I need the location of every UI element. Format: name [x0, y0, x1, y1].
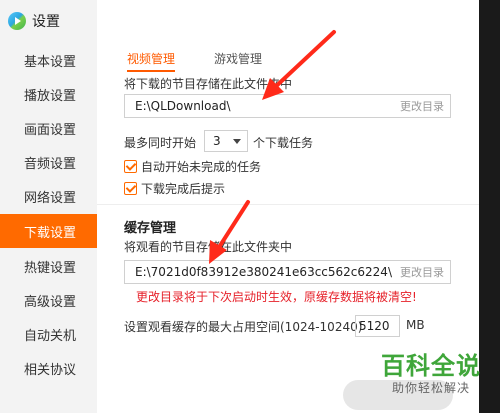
checkbox-checked-icon — [124, 160, 137, 173]
max-tasks-suffix: 个下载任务 — [253, 136, 314, 150]
cache-path-field[interactable]: E:\7021d0f83912e380241e63cc562c6224\ 更改目… — [124, 260, 451, 284]
max-tasks-prefix: 最多同时开始 — [124, 136, 197, 150]
section-divider — [97, 204, 479, 205]
sidebar-item-network[interactable]: 网络设置 — [0, 179, 97, 213]
watermark: 百科全说 助你轻松解决 — [368, 352, 494, 396]
download-change-dir-button[interactable]: 更改目录 — [400, 98, 444, 114]
auto-resume-checkbox[interactable]: 自动开始未完成的任务 — [124, 158, 261, 175]
sidebar-item-picture[interactable]: 画面设置 — [0, 111, 97, 145]
cache-section-title: 缓存管理 — [124, 221, 177, 236]
sidebar-item-auto-shutdown[interactable]: 自动关机 — [0, 317, 97, 351]
watermark-subtitle: 助你轻松解决 — [391, 381, 470, 395]
download-path-field[interactable]: E:\QLDownload\ 更改目录 — [124, 94, 451, 118]
cache-path-value: E:\7021d0f83912e380241e63cc562c6224\ — [135, 265, 392, 279]
tab-video-management[interactable]: 视频管理 — [127, 50, 176, 72]
sidebar-item-advanced[interactable]: 高级设置 — [0, 283, 97, 317]
notify-done-checkbox[interactable]: 下载完成后提示 — [124, 180, 225, 197]
sidebar-item-audio[interactable]: 音频设置 — [0, 145, 97, 179]
sidebar-item-basic[interactable]: 基本设置 — [0, 43, 97, 77]
max-space-input[interactable]: 5120 — [355, 315, 400, 337]
window-title-text: 设置 — [32, 14, 60, 30]
sidebar-item-agreements[interactable]: 相关协议 — [0, 351, 97, 385]
chevron-down-icon — [233, 139, 241, 144]
sidebar-item-download[interactable]: 下载设置 — [0, 214, 97, 248]
sidebar-item-hotkeys[interactable]: 热键设置 — [0, 249, 97, 283]
max-space-unit: MB — [406, 318, 425, 332]
checkbox-checked-icon — [124, 182, 137, 195]
download-path-value: E:\QLDownload\ — [135, 99, 231, 113]
download-folder-prompt: 将下载的节目存储在此文件夹中 — [124, 77, 293, 91]
cache-warning-text: 更改目录将于下次启动时生效，原缓存数据将被清空! — [136, 290, 417, 304]
window-title: 设置 — [8, 10, 60, 32]
sidebar: 设置 基本设置 播放设置 画面设置 音频设置 网络设置 下载设置 热键设置 高级… — [0, 0, 97, 413]
auto-resume-label: 自动开始未完成的任务 — [141, 160, 262, 174]
max-space-label: 设置观看缓存的最大占用空间(1024-10240) — [124, 320, 363, 334]
cache-change-dir-button[interactable]: 更改目录 — [400, 264, 444, 280]
tab-game-management[interactable]: 游戏管理 — [214, 50, 262, 67]
notify-done-label: 下载完成后提示 — [141, 182, 226, 196]
sidebar-item-playback[interactable]: 播放设置 — [0, 77, 97, 111]
watermark-title: 百科全说 — [381, 352, 481, 380]
cache-folder-prompt: 将观看的节目存储在此文件夹中 — [124, 240, 293, 254]
max-tasks-value: 3 — [213, 134, 221, 148]
max-tasks-select[interactable]: 3 — [204, 130, 248, 152]
max-space-value: 5120 — [359, 319, 390, 333]
app-logo-icon — [8, 12, 26, 30]
